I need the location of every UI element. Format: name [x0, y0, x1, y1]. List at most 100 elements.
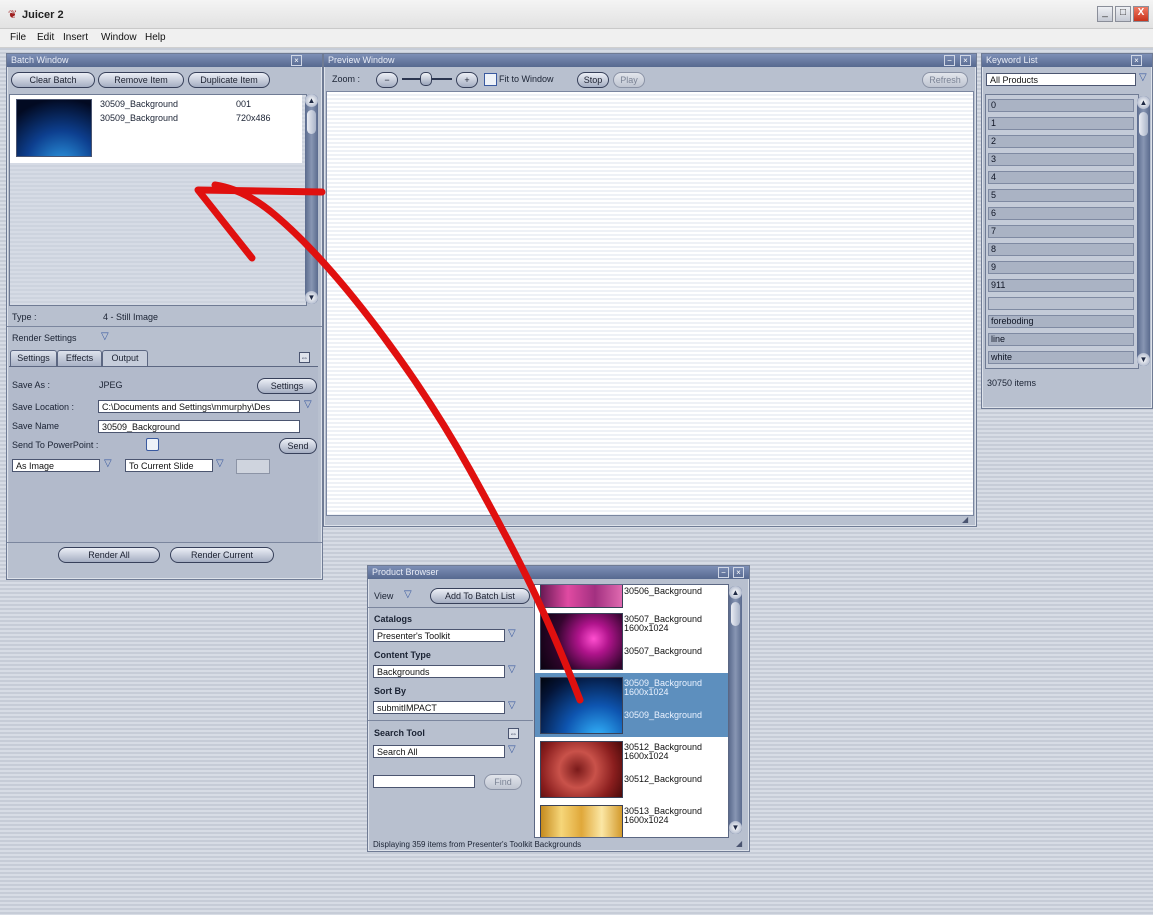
scroll-down-icon[interactable]: ▼: [1137, 353, 1150, 366]
product-browser-header[interactable]: Product Browser − ×: [368, 566, 749, 579]
keyword-item[interactable]: 4: [988, 171, 1134, 184]
maximize-button[interactable]: □: [1115, 6, 1131, 22]
keyword-item[interactable]: 5: [988, 189, 1134, 202]
output-settings-button[interactable]: Settings: [257, 378, 317, 394]
keyword-item[interactable]: 2: [988, 135, 1134, 148]
refresh-button[interactable]: Refresh: [922, 72, 968, 88]
render-settings-dropdown-icon[interactable]: ▽: [101, 331, 109, 342]
minimize-icon[interactable]: −: [944, 55, 955, 66]
tab-settings[interactable]: Settings: [10, 350, 57, 366]
keyword-item[interactable]: 8: [988, 243, 1134, 256]
send-options-box[interactable]: [236, 459, 270, 474]
send-format-select[interactable]: As Image: [12, 459, 100, 472]
batch-list-scrollbar[interactable]: ▲ ▼: [305, 94, 318, 304]
play-button[interactable]: Play: [613, 72, 645, 88]
batch-item-thumbnail: [16, 99, 92, 157]
menu-window[interactable]: Window: [101, 32, 137, 43]
add-to-batch-list-button[interactable]: Add To Batch List: [430, 588, 530, 604]
tab-effects[interactable]: Effects: [57, 350, 102, 366]
render-all-button[interactable]: Render All: [58, 547, 160, 563]
close-button[interactable]: X: [1133, 6, 1149, 22]
keyword-item[interactable]: 6: [988, 207, 1134, 220]
minimize-button[interactable]: _: [1097, 6, 1113, 22]
product-results-scrollbar[interactable]: ▲ ▼: [729, 586, 742, 834]
keyword-item[interactable]: 3: [988, 153, 1134, 166]
menu-edit[interactable]: Edit: [37, 32, 54, 43]
close-icon[interactable]: ×: [960, 55, 971, 66]
keyword-list-header[interactable]: Keyword List ×: [982, 54, 1152, 67]
close-icon[interactable]: ×: [291, 55, 302, 66]
send-to-powerpoint-checkbox[interactable]: [146, 438, 159, 451]
scroll-thumb[interactable]: [307, 110, 316, 134]
scroll-thumb[interactable]: [731, 602, 740, 626]
search-input[interactable]: [373, 775, 475, 788]
tab-options-icon[interactable]: ⇔: [299, 352, 310, 363]
clear-batch-button[interactable]: Clear Batch: [11, 72, 95, 88]
scroll-up-icon[interactable]: ▲: [305, 94, 318, 107]
keyword-item[interactable]: 0: [988, 99, 1134, 112]
keyword-item[interactable]: foreboding: [988, 315, 1134, 328]
keyword-item[interactable]: 1: [988, 117, 1134, 130]
scroll-down-icon[interactable]: ▼: [729, 821, 742, 834]
keyword-item[interactable]: line: [988, 333, 1134, 346]
product-item[interactable]: 30512_Background 1600x1024 30512_Backgro…: [535, 739, 728, 801]
batch-list-item[interactable]: 30509_Background 001 30509_Background 72…: [10, 95, 302, 163]
content-type-dropdown-icon[interactable]: ▽: [508, 664, 516, 675]
duplicate-item-button[interactable]: Duplicate Item: [188, 72, 270, 88]
send-button[interactable]: Send: [279, 438, 317, 454]
stop-button[interactable]: Stop: [577, 72, 609, 88]
keyword-item[interactable]: 7: [988, 225, 1134, 238]
sort-by-select[interactable]: submitIMPACT: [373, 701, 505, 714]
resize-grip-icon[interactable]: ◢: [736, 839, 742, 848]
keyword-item[interactable]: 911: [988, 279, 1134, 292]
type-value: 4 - Still Image: [103, 312, 159, 322]
product-item[interactable]: 30507_Background 1600x1024 30507_Backgro…: [535, 611, 728, 673]
view-dropdown-icon[interactable]: ▽: [404, 589, 412, 600]
preview-window-header[interactable]: Preview Window − ×: [324, 54, 976, 67]
product-item[interactable]: 30506_Background: [535, 585, 728, 608]
keyword-item[interactable]: 9: [988, 261, 1134, 274]
scroll-up-icon[interactable]: ▲: [729, 586, 742, 599]
render-current-button[interactable]: Render Current: [170, 547, 274, 563]
send-target-select[interactable]: To Current Slide: [125, 459, 213, 472]
keyword-filter-dropdown-icon[interactable]: ▽: [1139, 72, 1147, 83]
send-format-dropdown-icon[interactable]: ▽: [104, 458, 112, 469]
sort-by-dropdown-icon[interactable]: ▽: [508, 700, 516, 711]
keyword-item[interactable]: [988, 297, 1134, 310]
search-options-icon[interactable]: ⇔: [508, 728, 519, 739]
scroll-up-icon[interactable]: ▲: [1137, 96, 1150, 109]
save-location-field[interactable]: C:\Documents and Settings\mmurphy\Des: [98, 400, 300, 413]
scroll-thumb[interactable]: [1139, 112, 1148, 136]
fit-to-window-checkbox[interactable]: [484, 73, 497, 86]
scroll-down-icon[interactable]: ▼: [305, 291, 318, 304]
zoom-slider-thumb[interactable]: [420, 72, 432, 86]
product-item-selected[interactable]: 30509_Background 1600x1024 30509_Backgro…: [535, 673, 728, 737]
product-item[interactable]: 30513_Background 1600x1024: [535, 803, 728, 837]
keyword-count: 30750 items: [987, 378, 1037, 388]
save-name-field[interactable]: 30509_Background: [98, 420, 300, 433]
keyword-list-scrollbar[interactable]: ▲ ▼: [1137, 96, 1150, 366]
zoom-in-button[interactable]: +: [456, 72, 478, 88]
keyword-item[interactable]: white: [988, 351, 1134, 364]
search-scope-dropdown-icon[interactable]: ▽: [508, 744, 516, 755]
resize-grip-icon[interactable]: ◢: [962, 515, 968, 524]
send-target-dropdown-icon[interactable]: ▽: [216, 458, 224, 469]
close-icon[interactable]: ×: [733, 567, 744, 578]
remove-item-button[interactable]: Remove Item: [98, 72, 184, 88]
menu-insert[interactable]: Insert: [63, 32, 88, 43]
content-type-select[interactable]: Backgrounds: [373, 665, 505, 678]
preview-canvas[interactable]: [326, 91, 974, 516]
keyword-filter-select[interactable]: All Products: [986, 73, 1136, 86]
catalog-select[interactable]: Presenter's Toolkit: [373, 629, 505, 642]
save-location-dropdown-icon[interactable]: ▽: [304, 399, 312, 410]
close-icon[interactable]: ×: [1131, 55, 1142, 66]
menu-file[interactable]: File: [10, 32, 26, 43]
tab-output[interactable]: Output: [102, 350, 148, 366]
find-button[interactable]: Find: [484, 774, 522, 790]
catalog-dropdown-icon[interactable]: ▽: [508, 628, 516, 639]
batch-window-header[interactable]: Batch Window ×: [7, 54, 322, 67]
search-scope-select[interactable]: Search All: [373, 745, 505, 758]
zoom-out-button[interactable]: −: [376, 72, 398, 88]
minimize-icon[interactable]: −: [718, 567, 729, 578]
menu-help[interactable]: Help: [145, 32, 166, 43]
